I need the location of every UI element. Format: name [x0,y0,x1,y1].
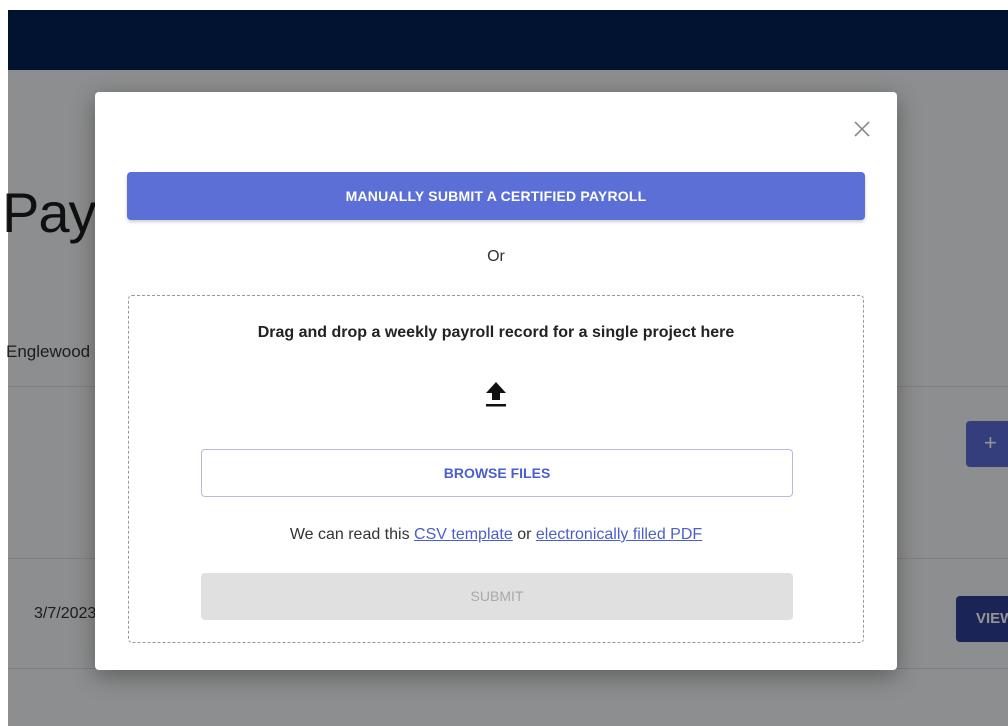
submit-button[interactable]: SUBMIT [201,573,793,620]
csv-template-link[interactable]: CSV template [414,526,513,543]
info-or: or [517,526,532,543]
info-prefix: We can read this [289,526,410,543]
electronic-pdf-link[interactable]: electronically filled PDF [536,526,702,543]
top-navbar [8,10,1008,70]
manually-submit-button[interactable]: MANUALLY SUBMIT A CERTIFIED PAYROLL [127,172,865,220]
upload-icon [485,380,507,408]
dropzone-heading: Drag and drop a weekly payroll record fo… [257,324,735,341]
or-separator: Or [487,248,505,265]
supported-formats-text: We can read this CSV template or electro… [129,526,863,544]
close-icon[interactable] [851,118,873,140]
browse-files-button[interactable]: BROWSE FILES [201,449,793,497]
left-edge [0,0,8,726]
upload-payroll-modal: MANUALLY SUBMIT A CERTIFIED PAYROLL Or D… [95,92,897,670]
file-dropzone[interactable]: Drag and drop a weekly payroll record fo… [128,295,864,643]
